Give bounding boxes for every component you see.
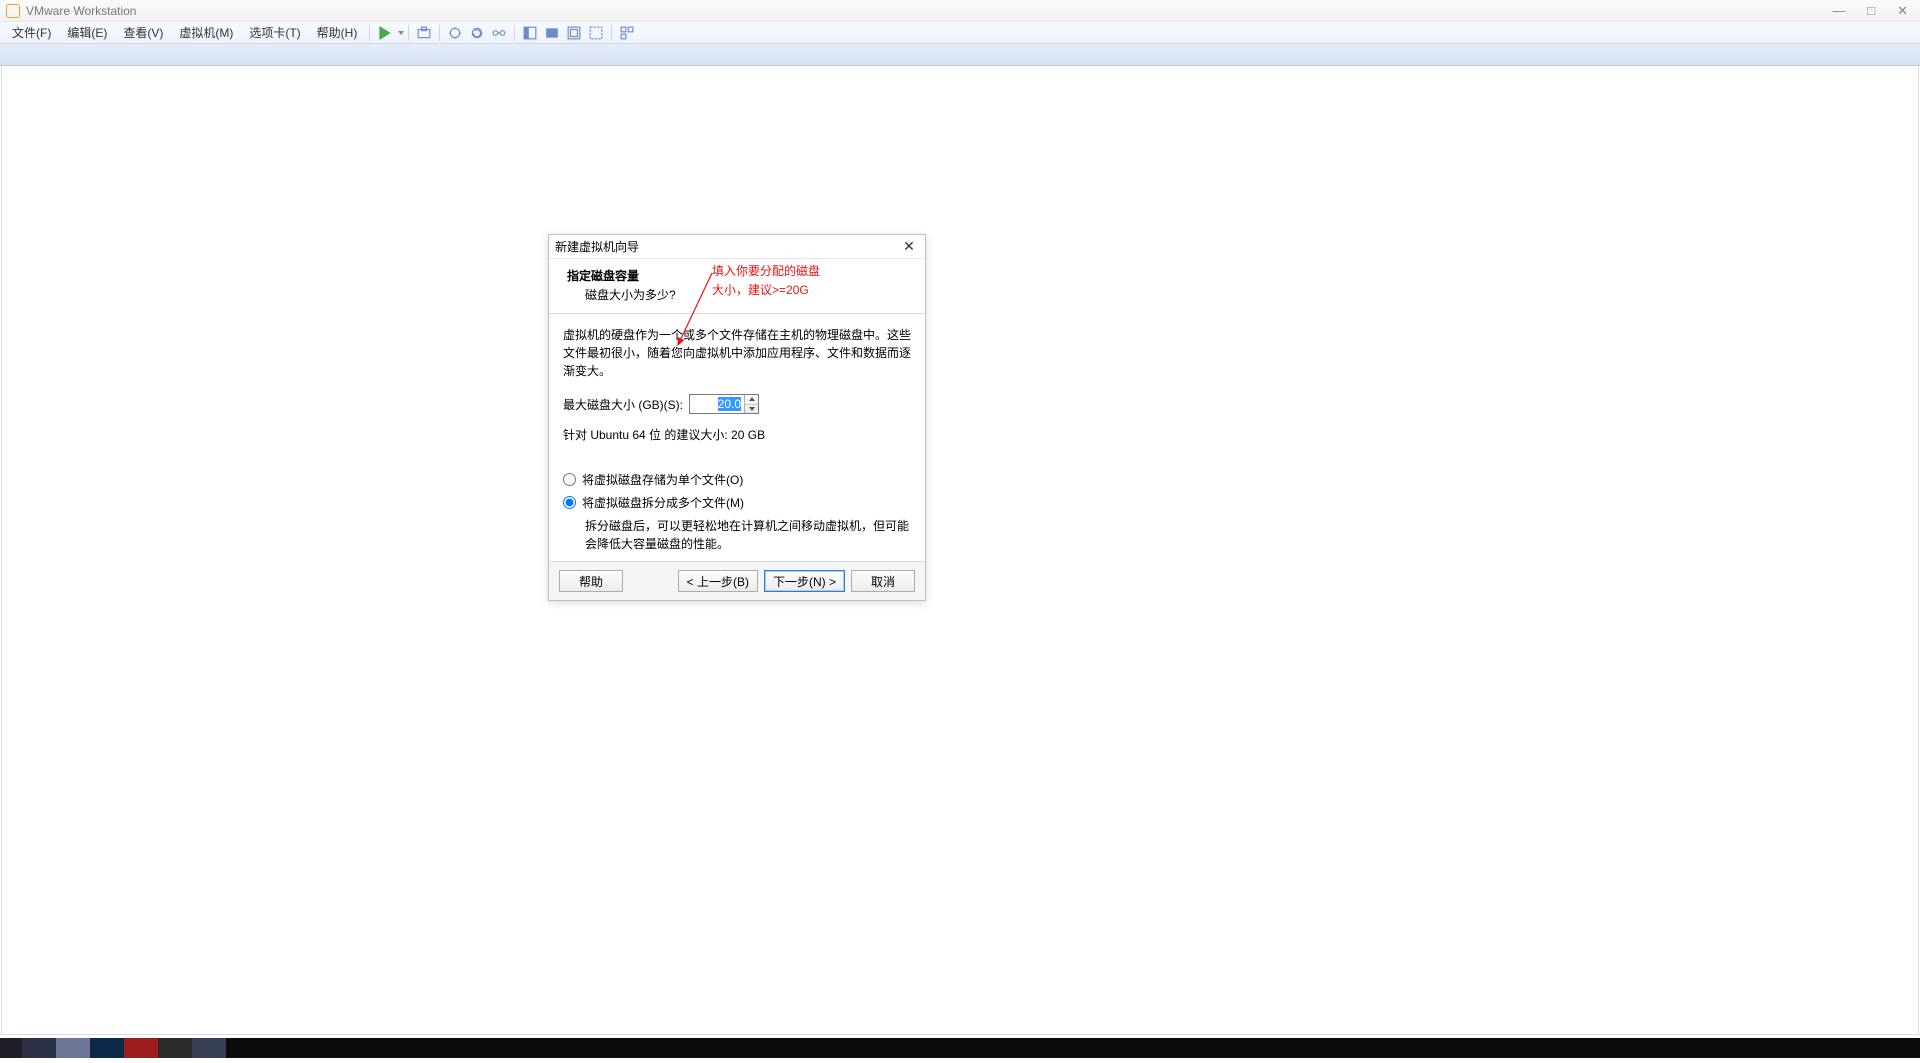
- radio-single-file-input[interactable]: [563, 473, 576, 486]
- spinner-buttons: [744, 395, 758, 413]
- separator: [369, 25, 370, 41]
- app-logo-icon: [6, 4, 20, 18]
- menu-help[interactable]: 帮助(H): [309, 22, 366, 43]
- disk-size-row: 最大磁盘大小 (GB)(S):: [563, 394, 911, 414]
- tab-strip: [0, 44, 1920, 66]
- disk-size-label: 最大磁盘大小 (GB)(S):: [563, 396, 683, 413]
- disk-description-text: 虚拟机的硬盘作为一个或多个文件存储在主机的物理磁盘中。这些文件最初很小，随着您向…: [563, 326, 911, 380]
- snapshot-manager-icon[interactable]: [491, 25, 507, 41]
- separator: [408, 25, 409, 41]
- thumbnails-icon[interactable]: [619, 25, 635, 41]
- spin-down-button[interactable]: [745, 405, 758, 414]
- window-controls: — □ ✕: [1832, 3, 1914, 19]
- stretch-icon[interactable]: [588, 25, 604, 41]
- help-button[interactable]: 帮助: [559, 570, 623, 592]
- play-dropdown-icon[interactable]: [398, 31, 404, 35]
- next-button[interactable]: 下一步(N) >: [764, 570, 845, 592]
- separator: [514, 25, 515, 41]
- disk-size-input[interactable]: [690, 395, 744, 413]
- close-window-button[interactable]: ✕: [1897, 3, 1908, 19]
- radio-split-files-input[interactable]: [563, 496, 576, 509]
- play-icon[interactable]: [377, 25, 393, 41]
- os-taskbar: [0, 1038, 1920, 1058]
- window-title: VMware Workstation: [26, 4, 136, 18]
- fullscreen-icon[interactable]: [544, 25, 560, 41]
- minimize-button[interactable]: —: [1832, 3, 1845, 19]
- dialog-body: 虚拟机的硬盘作为一个或多个文件存储在主机的物理磁盘中。这些文件最初很小，随着您向…: [549, 314, 925, 561]
- disk-size-spinner: [689, 394, 759, 414]
- spin-up-button[interactable]: [745, 395, 758, 405]
- snapshot-revert-icon[interactable]: [469, 25, 485, 41]
- split-description-text: 拆分磁盘后，可以更轻松地在计算机之间移动虚拟机，但可能会降低大容量磁盘的性能。: [563, 517, 911, 553]
- menu-vm[interactable]: 虚拟机(M): [171, 22, 241, 43]
- panel-left-icon[interactable]: [522, 25, 538, 41]
- dialog-header-subtitle: 磁盘大小为多少?: [567, 286, 911, 303]
- menu-tabs[interactable]: 选项卡(T): [241, 22, 308, 43]
- dialog-header: 指定磁盘容量 磁盘大小为多少?: [549, 259, 925, 314]
- separator: [611, 25, 612, 41]
- separator: [439, 25, 440, 41]
- radio-single-file[interactable]: 将虚拟磁盘存储为单个文件(O): [563, 471, 911, 488]
- radio-split-files-label: 将虚拟磁盘拆分成多个文件(M): [582, 494, 744, 511]
- dialog-footer: 帮助 < 上一步(B) 下一步(N) > 取消: [549, 561, 925, 600]
- workspace: [1, 66, 1919, 1035]
- footer-spacer: [629, 570, 672, 592]
- recommended-size-text: 针对 Ubuntu 64 位 的建议大小: 20 GB: [563, 426, 911, 443]
- snapshot-icon[interactable]: [416, 25, 432, 41]
- snapshot-take-icon[interactable]: [447, 25, 463, 41]
- dialog-header-title: 指定磁盘容量: [567, 267, 911, 284]
- radio-single-file-label: 将虚拟磁盘存储为单个文件(O): [582, 471, 743, 488]
- menu-edit[interactable]: 编辑(E): [59, 22, 115, 43]
- dialog-title-text: 新建虚拟机向导: [555, 238, 639, 255]
- maximize-button[interactable]: □: [1867, 3, 1875, 19]
- dialog-close-button[interactable]: ✕: [899, 238, 919, 256]
- menubar: 文件(F) 编辑(E) 查看(V) 虚拟机(M) 选项卡(T) 帮助(H): [0, 22, 1920, 44]
- menu-file[interactable]: 文件(F): [4, 22, 59, 43]
- unity-icon[interactable]: [566, 25, 582, 41]
- back-button[interactable]: < 上一步(B): [678, 570, 758, 592]
- titlebar: VMware Workstation — □ ✕: [0, 0, 1920, 22]
- radio-split-files[interactable]: 将虚拟磁盘拆分成多个文件(M): [563, 494, 911, 511]
- disk-mode-radio-group: 将虚拟磁盘存储为单个文件(O) 将虚拟磁盘拆分成多个文件(M) 拆分磁盘后，可以…: [563, 471, 911, 553]
- menu-view[interactable]: 查看(V): [115, 22, 171, 43]
- dialog-titlebar: 新建虚拟机向导 ✕: [549, 235, 925, 259]
- new-vm-wizard-dialog: 新建虚拟机向导 ✕ 指定磁盘容量 磁盘大小为多少? 虚拟机的硬盘作为一个或多个文…: [548, 234, 926, 601]
- cancel-button[interactable]: 取消: [851, 570, 915, 592]
